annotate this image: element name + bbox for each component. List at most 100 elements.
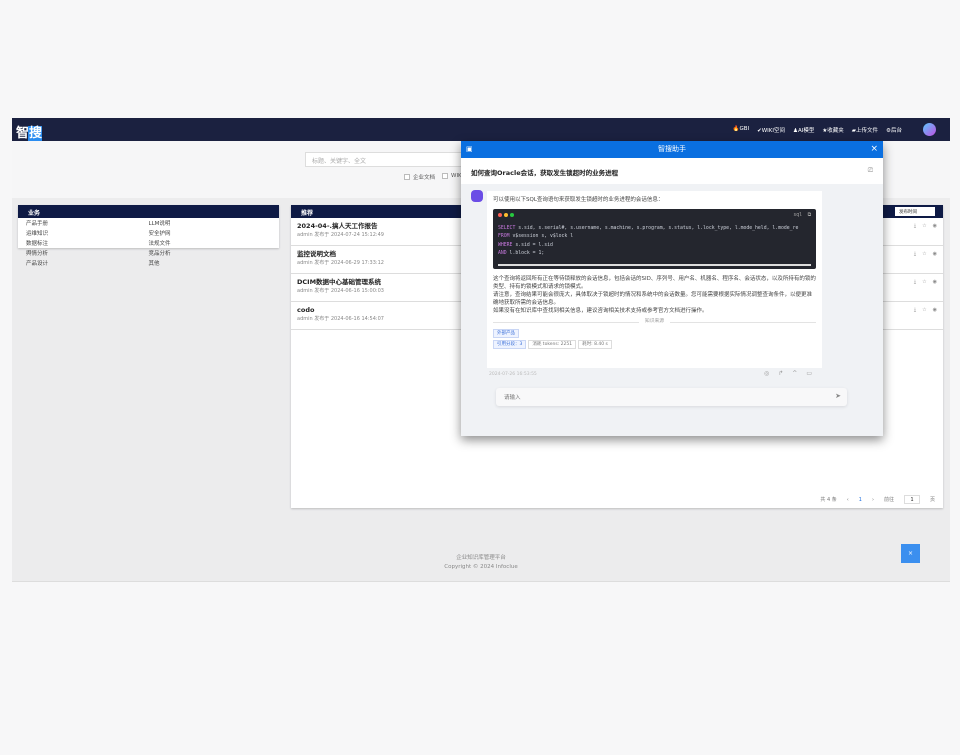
nav-favorites[interactable]: ★收藏夹: [822, 126, 843, 134]
chat-dialog: ▣ 智搜助手 × 如何查询Oracle会话，获取发生锁超时的业务进程 ⎚ 可以使用…: [461, 141, 883, 436]
eye-icon[interactable]: ◉: [933, 251, 937, 257]
window-dots-icon: [498, 213, 811, 222]
category-title: 业务: [18, 205, 279, 218]
download-icon[interactable]: ⤓: [914, 279, 916, 285]
nav-label: 收藏夹: [827, 128, 844, 134]
doc-meta: admin 发布于 2024-06-16 14:54:07: [297, 316, 384, 322]
footer-copyright: Copyright © 2024 Infoclue: [444, 564, 518, 570]
footer-title: 企业知识库管理平台: [456, 555, 506, 561]
code-lang: sql: [793, 213, 802, 218]
eye-icon[interactable]: ◉: [933, 223, 937, 229]
star-icon[interactable]: ☆: [922, 251, 926, 257]
tokens-tag: 消耗 tokens: 2251: [528, 340, 577, 349]
nav-gbi[interactable]: 🔥GBI: [733, 126, 750, 134]
answer-paragraph: 请注意，查询结果可能会很庞大，具体取决于锁超时的情况和系统中的会话数量。您可能需…: [493, 292, 813, 306]
nav-label: WIKI空间: [761, 128, 786, 134]
code-scrollbar[interactable]: [498, 264, 811, 266]
star-icon[interactable]: ☆: [922, 307, 926, 313]
thumb-up-icon[interactable]: ^: [792, 370, 797, 377]
next-page-button[interactable]: ›: [872, 497, 874, 503]
avatar[interactable]: [923, 123, 936, 136]
nav-label: GBI: [739, 126, 750, 132]
category-item[interactable]: 安全护网: [149, 230, 272, 239]
time-tag: 耗时: 8.40 s: [578, 340, 612, 349]
category-item[interactable]: 产品手册: [26, 220, 149, 229]
feedback-icon[interactable]: ⎚: [868, 166, 873, 175]
eye-icon[interactable]: ◉: [933, 279, 937, 285]
download-icon[interactable]: ⤓: [914, 223, 916, 229]
chat-input[interactable]: 请输入 ➤: [496, 388, 847, 406]
code-block: sql ⧉ SELECT s.sid, s.serial#, s.usernam…: [493, 209, 816, 269]
checkbox[interactable]: [442, 173, 448, 179]
code-text: s.sid = l.sid: [512, 242, 553, 248]
copy-icon[interactable]: ⧉: [808, 212, 811, 221]
question-text: 如何查询Oracle会话，获取发生锁超时的业务进程: [471, 169, 619, 177]
answer-paragraph: 如果没有在知识库中查找到相关信息，建议咨询相关技术支持或参考官方文档进行操作。: [493, 308, 708, 314]
answer-paragraph: 这个查询将返回所有正在等待锁释放的会话信息，包括会话的SID、序列号、用户名、机…: [493, 276, 816, 290]
page-number[interactable]: 1: [859, 497, 862, 503]
code-line: WHERE s.sid = l.sid: [498, 242, 811, 251]
category-item[interactable]: 竞品分析: [149, 250, 272, 259]
goto-page-input[interactable]: [903, 495, 920, 504]
total-count: 共 4 条: [820, 497, 837, 503]
logo-text-1: 智: [16, 126, 29, 141]
category-item[interactable]: 其他: [149, 260, 272, 269]
code-keyword: SELECT: [498, 225, 516, 231]
chat-title: 智搜助手: [658, 145, 686, 153]
logo-text-2: 搜: [28, 126, 42, 141]
citation-tag[interactable]: 引用分段：3: [493, 340, 527, 349]
star-icon[interactable]: ☆: [922, 279, 926, 285]
code-keyword: AND: [498, 251, 507, 256]
category-item[interactable]: LLM说明: [149, 220, 272, 229]
category-item[interactable]: 数据标注: [26, 240, 149, 249]
message-actions: ◎ ↱ ^ ▭: [764, 370, 812, 377]
nav-upload[interactable]: ▰上传文件: [852, 126, 878, 134]
checkbox[interactable]: [404, 174, 410, 180]
sort-select[interactable]: 发布时间: [895, 207, 935, 216]
star-icon[interactable]: ☆: [922, 223, 926, 229]
download-icon[interactable]: ⤓: [914, 307, 916, 313]
float-close-button[interactable]: ×: [901, 544, 920, 563]
filter-label: 企业文档: [413, 175, 436, 181]
category-item[interactable]: 产品设计: [26, 260, 149, 269]
logo[interactable]: 智搜: [16, 122, 42, 141]
category-item[interactable]: 舆情分析: [26, 250, 149, 259]
source-divider: 知识来源: [493, 318, 817, 326]
code-line: SELECT s.sid, s.serial#, s.username, s.m…: [498, 225, 811, 234]
pagination: 共 4 条 ‹ 1 › 前往 页: [820, 495, 935, 504]
eye-icon[interactable]: ◉: [933, 307, 937, 313]
doc-meta: admin 发布于 2024-07-24 15:12:49: [297, 232, 384, 238]
search-input[interactable]: 标题、关键字、全文: [305, 152, 475, 167]
filter-enterprise-docs[interactable]: 企业文档: [404, 173, 435, 181]
code-line: AND l.block = 1;: [498, 250, 811, 259]
category-item[interactable]: 法规文件: [149, 240, 272, 249]
answer-card: 可以使用以下SQL查询语句来获取发生锁超时的业务进程的会话信息： sql ⧉ S…: [487, 191, 822, 368]
nav-label: 上传文件: [856, 128, 879, 134]
chat-window-icon[interactable]: ▣: [466, 141, 473, 158]
answer-intro: 可以使用以下SQL查询语句来获取发生锁超时的业务进程的会话信息：: [493, 197, 664, 203]
doc-meta: admin 发布于 2024-06-29 17:33:12: [297, 260, 384, 266]
bot-avatar-icon: [471, 190, 483, 202]
code-keyword: FROM: [498, 234, 510, 239]
copy-icon[interactable]: ▭: [806, 370, 812, 377]
nav-menu: 🔥GBI ✔WIKI空间 ♟AI模型 ★收藏夹 ▰上传文件 ⚙后台: [733, 126, 902, 134]
category-item[interactable]: 运维知识: [26, 230, 149, 239]
share-icon[interactable]: ↱: [778, 370, 783, 377]
source-tag[interactable]: 外部产品: [493, 329, 519, 338]
nav-admin[interactable]: ⚙后台: [886, 126, 902, 134]
nav-wiki[interactable]: ✔WIKI空间: [757, 126, 785, 134]
code-line: FROM v$session s, v$lock l: [498, 233, 811, 242]
recommend-title-text: 推荐: [301, 210, 314, 217]
chat-input-placeholder: 请输入: [504, 395, 521, 401]
close-icon[interactable]: ×: [870, 141, 878, 158]
chat-question: 如何查询Oracle会话，获取发生锁超时的业务进程 ⎚: [461, 158, 883, 184]
top-nav: 智搜 🔥GBI ✔WIKI空间 ♟AI模型 ★收藏夹 ▰上传文件 ⚙后台: [12, 118, 950, 141]
message-timestamp: 2024-07-26 16:53:55: [489, 372, 537, 377]
goto-label: 前往: [883, 497, 894, 503]
nav-ai-model[interactable]: ♟AI模型: [793, 126, 814, 134]
prev-page-button[interactable]: ‹: [847, 497, 849, 503]
send-icon[interactable]: ➤: [835, 392, 841, 400]
voice-icon[interactable]: ◎: [764, 370, 769, 377]
download-icon[interactable]: ⤓: [914, 251, 916, 257]
category-panel: 业务 产品手册 LLM说明 运维知识 安全护网 数据标注 法规文件 舆情分析 竞品分析 …: [18, 205, 279, 267]
